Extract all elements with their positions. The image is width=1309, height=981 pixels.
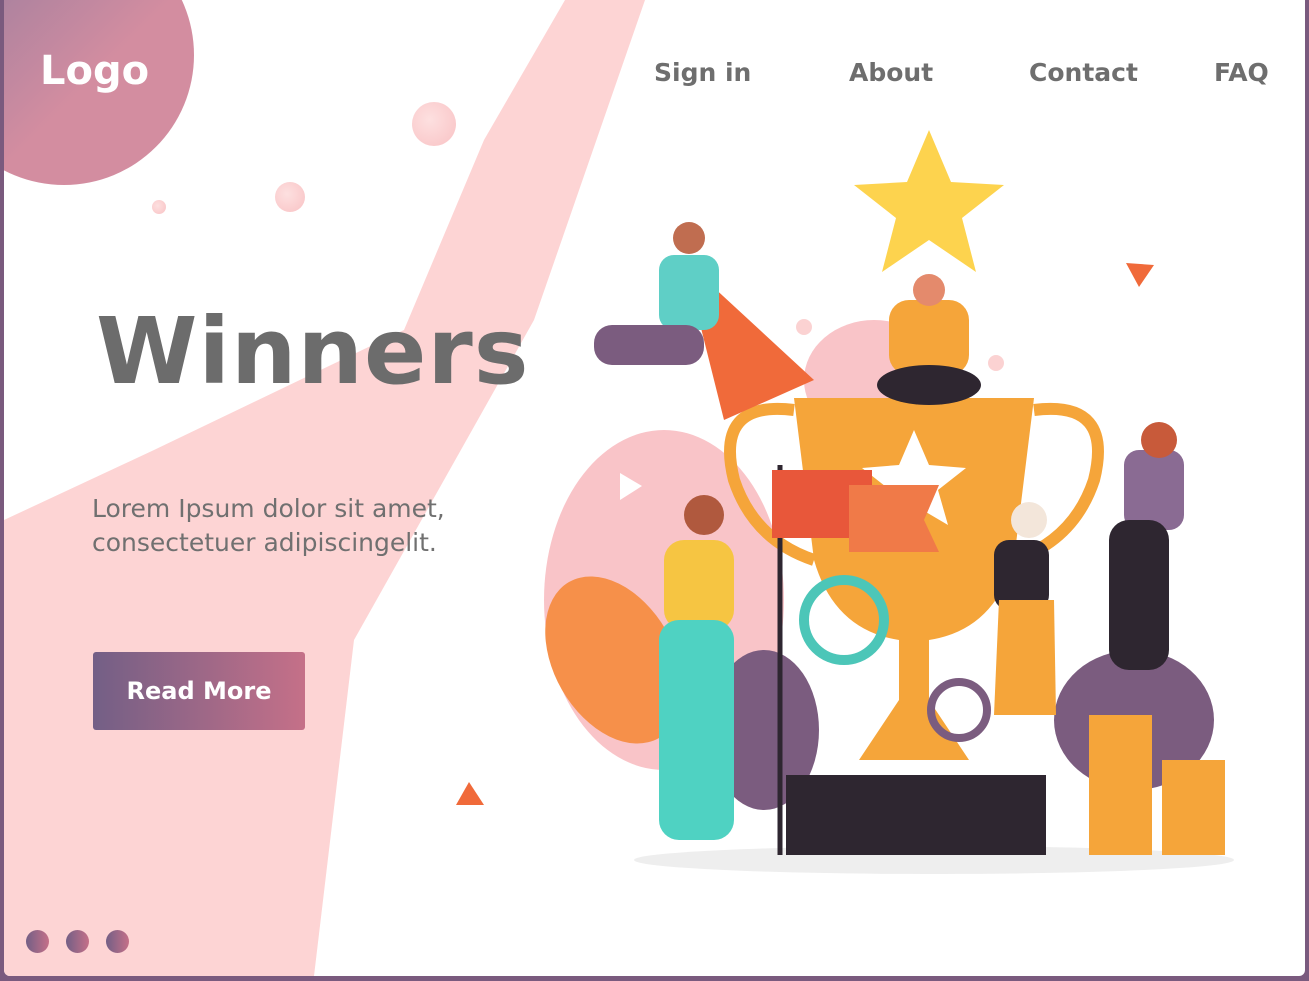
decor-bubble xyxy=(988,355,1004,371)
person-star-holder xyxy=(877,274,981,405)
person-superhero xyxy=(594,222,814,420)
person-jumping xyxy=(1109,422,1184,670)
star-icon xyxy=(854,130,1004,272)
gear-icon xyxy=(927,678,991,742)
podium xyxy=(786,775,1046,855)
landing-page: Logo Sign in About Contact FAQ Winners L… xyxy=(4,0,1305,976)
winners-illustration xyxy=(456,130,1234,874)
triangle-decor xyxy=(1126,263,1154,287)
decor-bubble xyxy=(796,319,812,335)
triangle-decor xyxy=(456,782,484,805)
bar-block xyxy=(1089,715,1152,855)
person-man-flag xyxy=(659,495,734,840)
bar-block xyxy=(1162,760,1225,855)
